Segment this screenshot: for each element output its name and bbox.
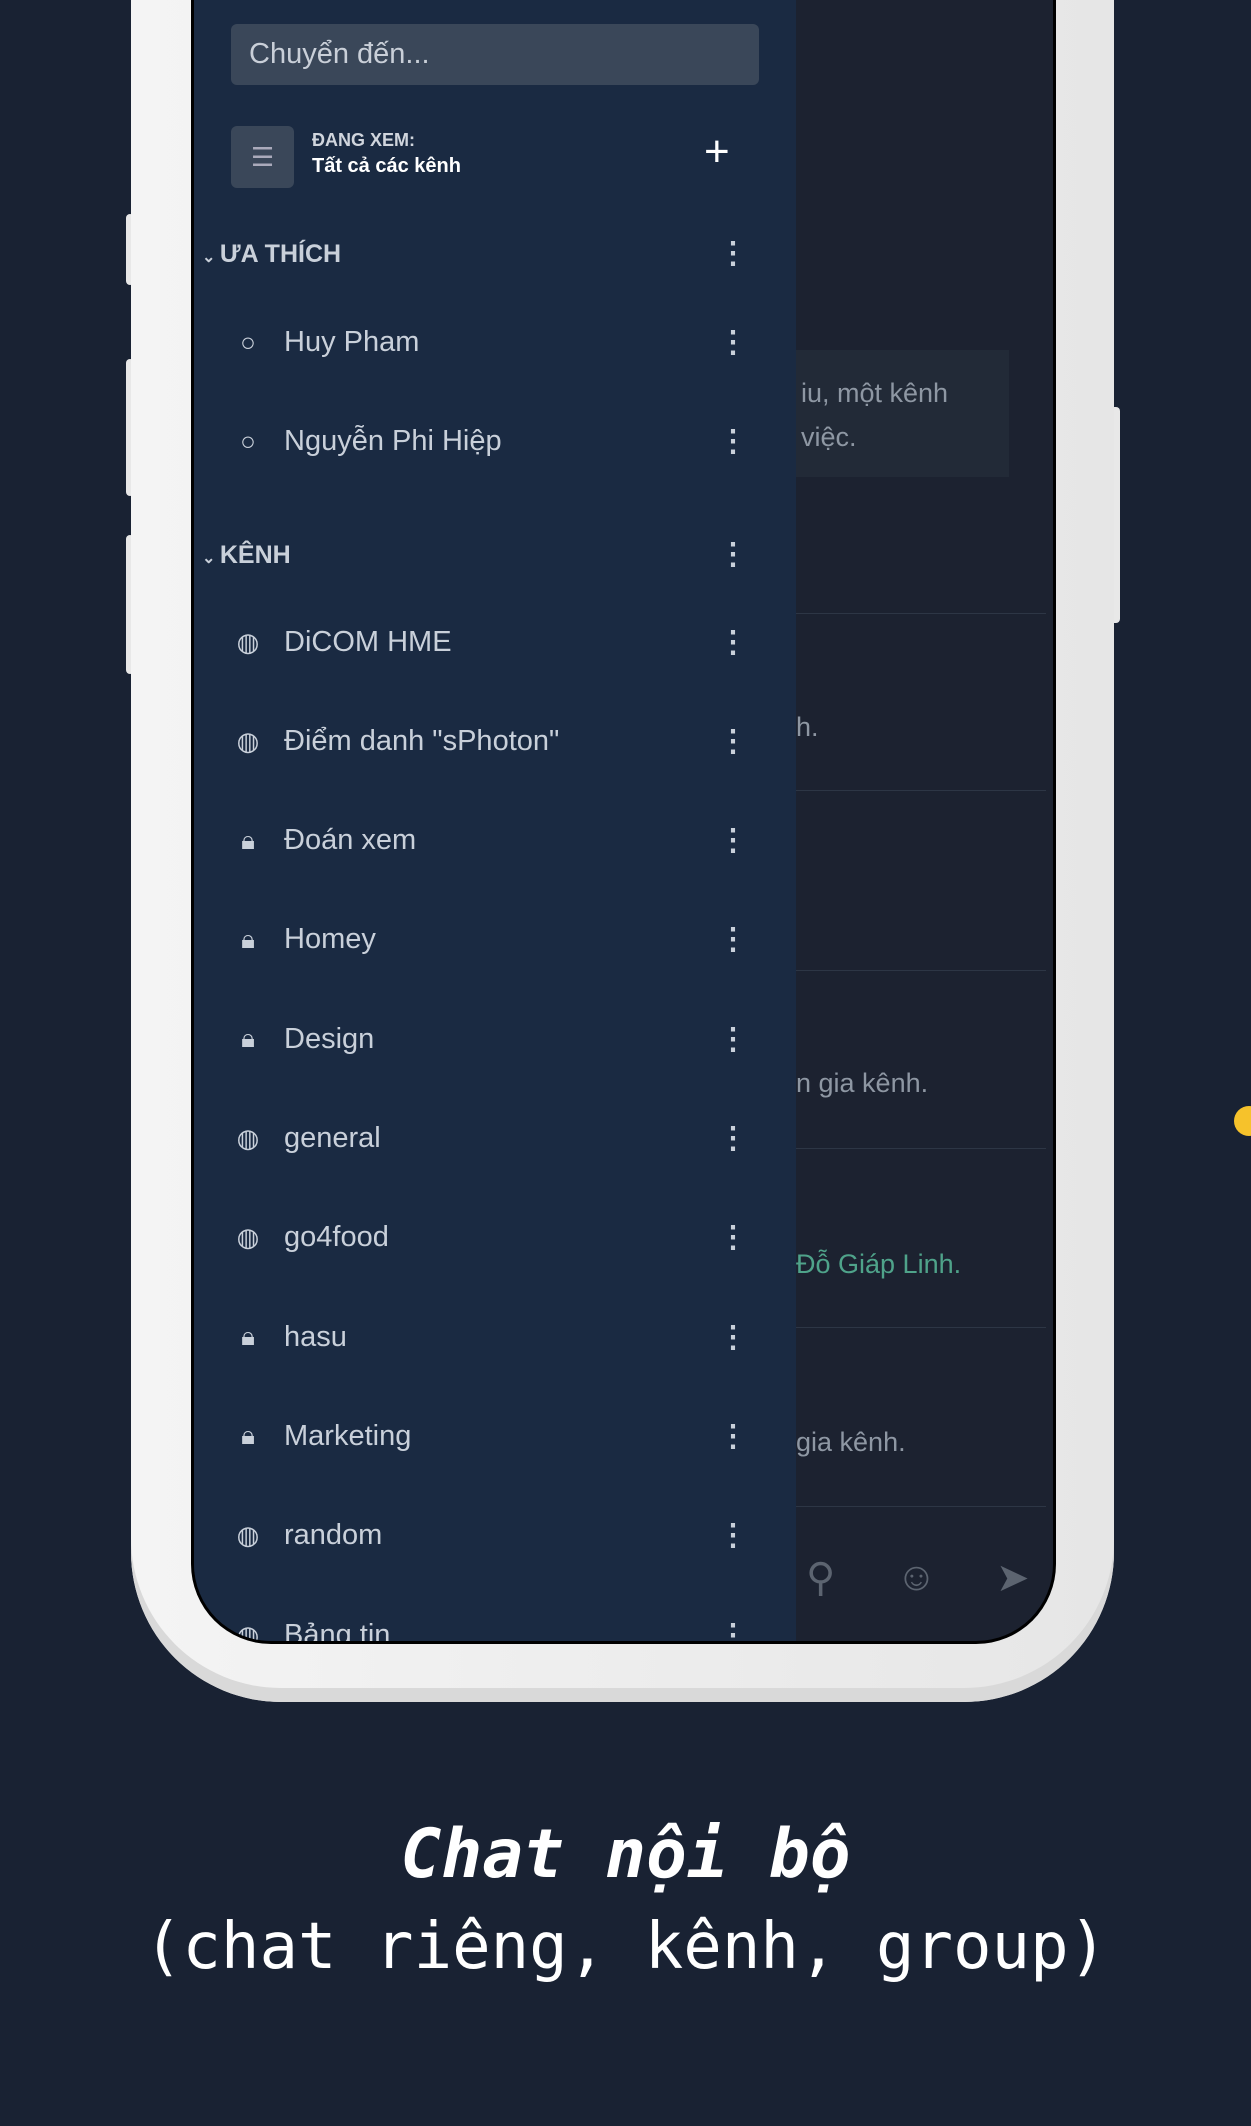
- sidebar-item[interactable]: 🔒︎ Đoán xem ⋮: [194, 811, 796, 871]
- divider: [796, 1148, 1046, 1149]
- accent-dot: [1234, 1106, 1251, 1136]
- sidebar-item[interactable]: 🔒︎ Homey ⋮: [194, 910, 796, 970]
- chevron-down-icon: ⌄: [202, 550, 220, 567]
- section-title: KÊNH: [219, 541, 291, 569]
- lock-icon: 🔒︎: [241, 1420, 255, 1451]
- sidebar-item-label: Marketing: [284, 1419, 412, 1452]
- globe-icon: ◍: [236, 725, 260, 756]
- sidebar-item[interactable]: 🔒︎ Marketing ⋮: [194, 1406, 796, 1466]
- jump-to-input[interactable]: Chuyển đến...: [231, 24, 759, 85]
- sidebar-item[interactable]: ○ Huy Pham ⋮: [194, 312, 796, 372]
- sidebar-item-label: Homey: [284, 923, 376, 956]
- circle-icon: ○: [240, 425, 256, 456]
- globe-icon: ◍: [236, 1619, 260, 1644]
- kebab-menu-icon[interactable]: ⋮: [718, 1121, 748, 1156]
- kebab-menu-icon[interactable]: ⋮: [718, 325, 748, 360]
- sidebar-item-label: general: [284, 1122, 381, 1154]
- sidebar-item[interactable]: ◍ general ⋮: [194, 1109, 796, 1169]
- sidebar-item-label: Design: [284, 1022, 375, 1055]
- sidebar-item[interactable]: ◍ Bảng tin ⋮: [194, 1605, 796, 1644]
- sidebar-item-label: go4food: [284, 1221, 389, 1254]
- globe-icon: ◍: [236, 1123, 260, 1153]
- message-text: n gia kênh.: [796, 1068, 929, 1098]
- lock-icon: 🔒︎: [241, 1023, 255, 1054]
- phone-screen: Chuyển đến... ☰ ĐANG XEM: Tất cả các kên…: [191, 0, 1056, 1644]
- sidebar-item[interactable]: ○ Nguyễn Phi Hiệp ⋮: [194, 411, 796, 471]
- sidebar-item[interactable]: ◍ go4food ⋮: [194, 1208, 796, 1268]
- divider: [796, 613, 1046, 614]
- globe-icon: ◍: [236, 1520, 260, 1551]
- section-menu-icon[interactable]: ⋮: [718, 537, 748, 572]
- lock-icon: 🔒︎: [241, 923, 255, 954]
- sidebar-item[interactable]: 🔒︎ hasu ⋮: [194, 1307, 796, 1367]
- chevron-down-icon: ⌄: [202, 249, 220, 266]
- add-channel-button[interactable]: +: [704, 130, 730, 174]
- kebab-menu-icon[interactable]: ⋮: [718, 424, 748, 459]
- section-header-favorites[interactable]: ⌄ ƯA THÍCH: [202, 240, 341, 269]
- kebab-menu-icon[interactable]: ⋮: [718, 1518, 748, 1553]
- lock-icon: 🔒︎: [241, 1321, 255, 1352]
- message-text: việc.: [801, 422, 857, 452]
- divider: [796, 1327, 1046, 1328]
- sidebar-item-label: Điểm danh "sPhoton": [284, 724, 560, 757]
- filter-button[interactable]: ☰: [231, 126, 294, 188]
- sidebar-item[interactable]: ◍ Điểm danh "sPhoton" ⋮: [194, 711, 796, 771]
- message-text: iu, một kênh: [801, 378, 949, 408]
- sidebar-item-label: hasu: [284, 1320, 347, 1353]
- kebab-menu-icon[interactable]: ⋮: [718, 724, 748, 759]
- channel-sidebar: Chuyển đến... ☰ ĐANG XEM: Tất cả các kên…: [194, 0, 796, 1641]
- sidebar-item[interactable]: 🔒︎ Design ⋮: [194, 1009, 796, 1069]
- chat-pane: iu, một kênh việc. h. n gia kênh. Đỗ Giá…: [796, 0, 1053, 1641]
- globe-icon: ◍: [236, 626, 260, 657]
- send-icon[interactable]: ➤: [996, 1555, 1030, 1601]
- viewing-label: ĐANG XEM:: [312, 130, 415, 150]
- caption-title: Chat nội bộ: [400, 1815, 851, 1894]
- divider: [796, 790, 1046, 791]
- lock-icon: 🔒︎: [241, 824, 255, 855]
- globe-icon: ◍: [236, 1222, 260, 1253]
- emoji-icon[interactable]: ☺: [896, 1555, 937, 1600]
- kebab-menu-icon[interactable]: ⋮: [718, 1618, 748, 1642]
- filter-icon: ☰: [250, 141, 275, 172]
- message-text: h.: [796, 712, 819, 742]
- sidebar-item[interactable]: ◍ DiCOM HME ⋮: [194, 612, 796, 672]
- message-text: gia kênh.: [796, 1427, 906, 1457]
- divider: [796, 1506, 1046, 1507]
- circle-icon: ○: [240, 326, 256, 357]
- mention-text[interactable]: Đỗ Giáp Linh.: [796, 1249, 961, 1280]
- sidebar-item-label: Đoán xem: [284, 824, 417, 857]
- kebab-menu-icon[interactable]: ⋮: [718, 1419, 748, 1454]
- message-bubble: [796, 350, 1009, 477]
- sidebar-item[interactable]: ◍ random ⋮: [194, 1506, 796, 1566]
- viewing-filter[interactable]: ĐANG XEM: Tất cả các kênh: [312, 130, 461, 178]
- sidebar-item-label: Huy Pham: [284, 325, 420, 358]
- section-header-channels[interactable]: ⌄ KÊNH: [202, 541, 291, 570]
- sidebar-item-label: Nguyễn Phi Hiệp: [284, 424, 502, 457]
- sidebar-item-label: DiCOM HME: [284, 625, 452, 658]
- divider: [796, 970, 1046, 971]
- kebab-menu-icon[interactable]: ⋮: [718, 1022, 748, 1057]
- attach-icon[interactable]: ⚲: [806, 1555, 835, 1601]
- kebab-menu-icon[interactable]: ⋮: [718, 922, 748, 957]
- section-menu-icon[interactable]: ⋮: [718, 236, 748, 271]
- sidebar-item-label: Bảng tin: [284, 1618, 391, 1644]
- kebab-menu-icon[interactable]: ⋮: [718, 1220, 748, 1255]
- kebab-menu-icon[interactable]: ⋮: [718, 625, 748, 660]
- viewing-value: Tất cả các kênh: [312, 155, 461, 177]
- kebab-menu-icon[interactable]: ⋮: [718, 1320, 748, 1355]
- kebab-menu-icon[interactable]: ⋮: [718, 823, 748, 858]
- sidebar-item-label: random: [284, 1519, 383, 1552]
- caption-subtitle: (chat riêng, kênh, group): [143, 1910, 1108, 1984]
- section-title: ƯA THÍCH: [219, 240, 342, 268]
